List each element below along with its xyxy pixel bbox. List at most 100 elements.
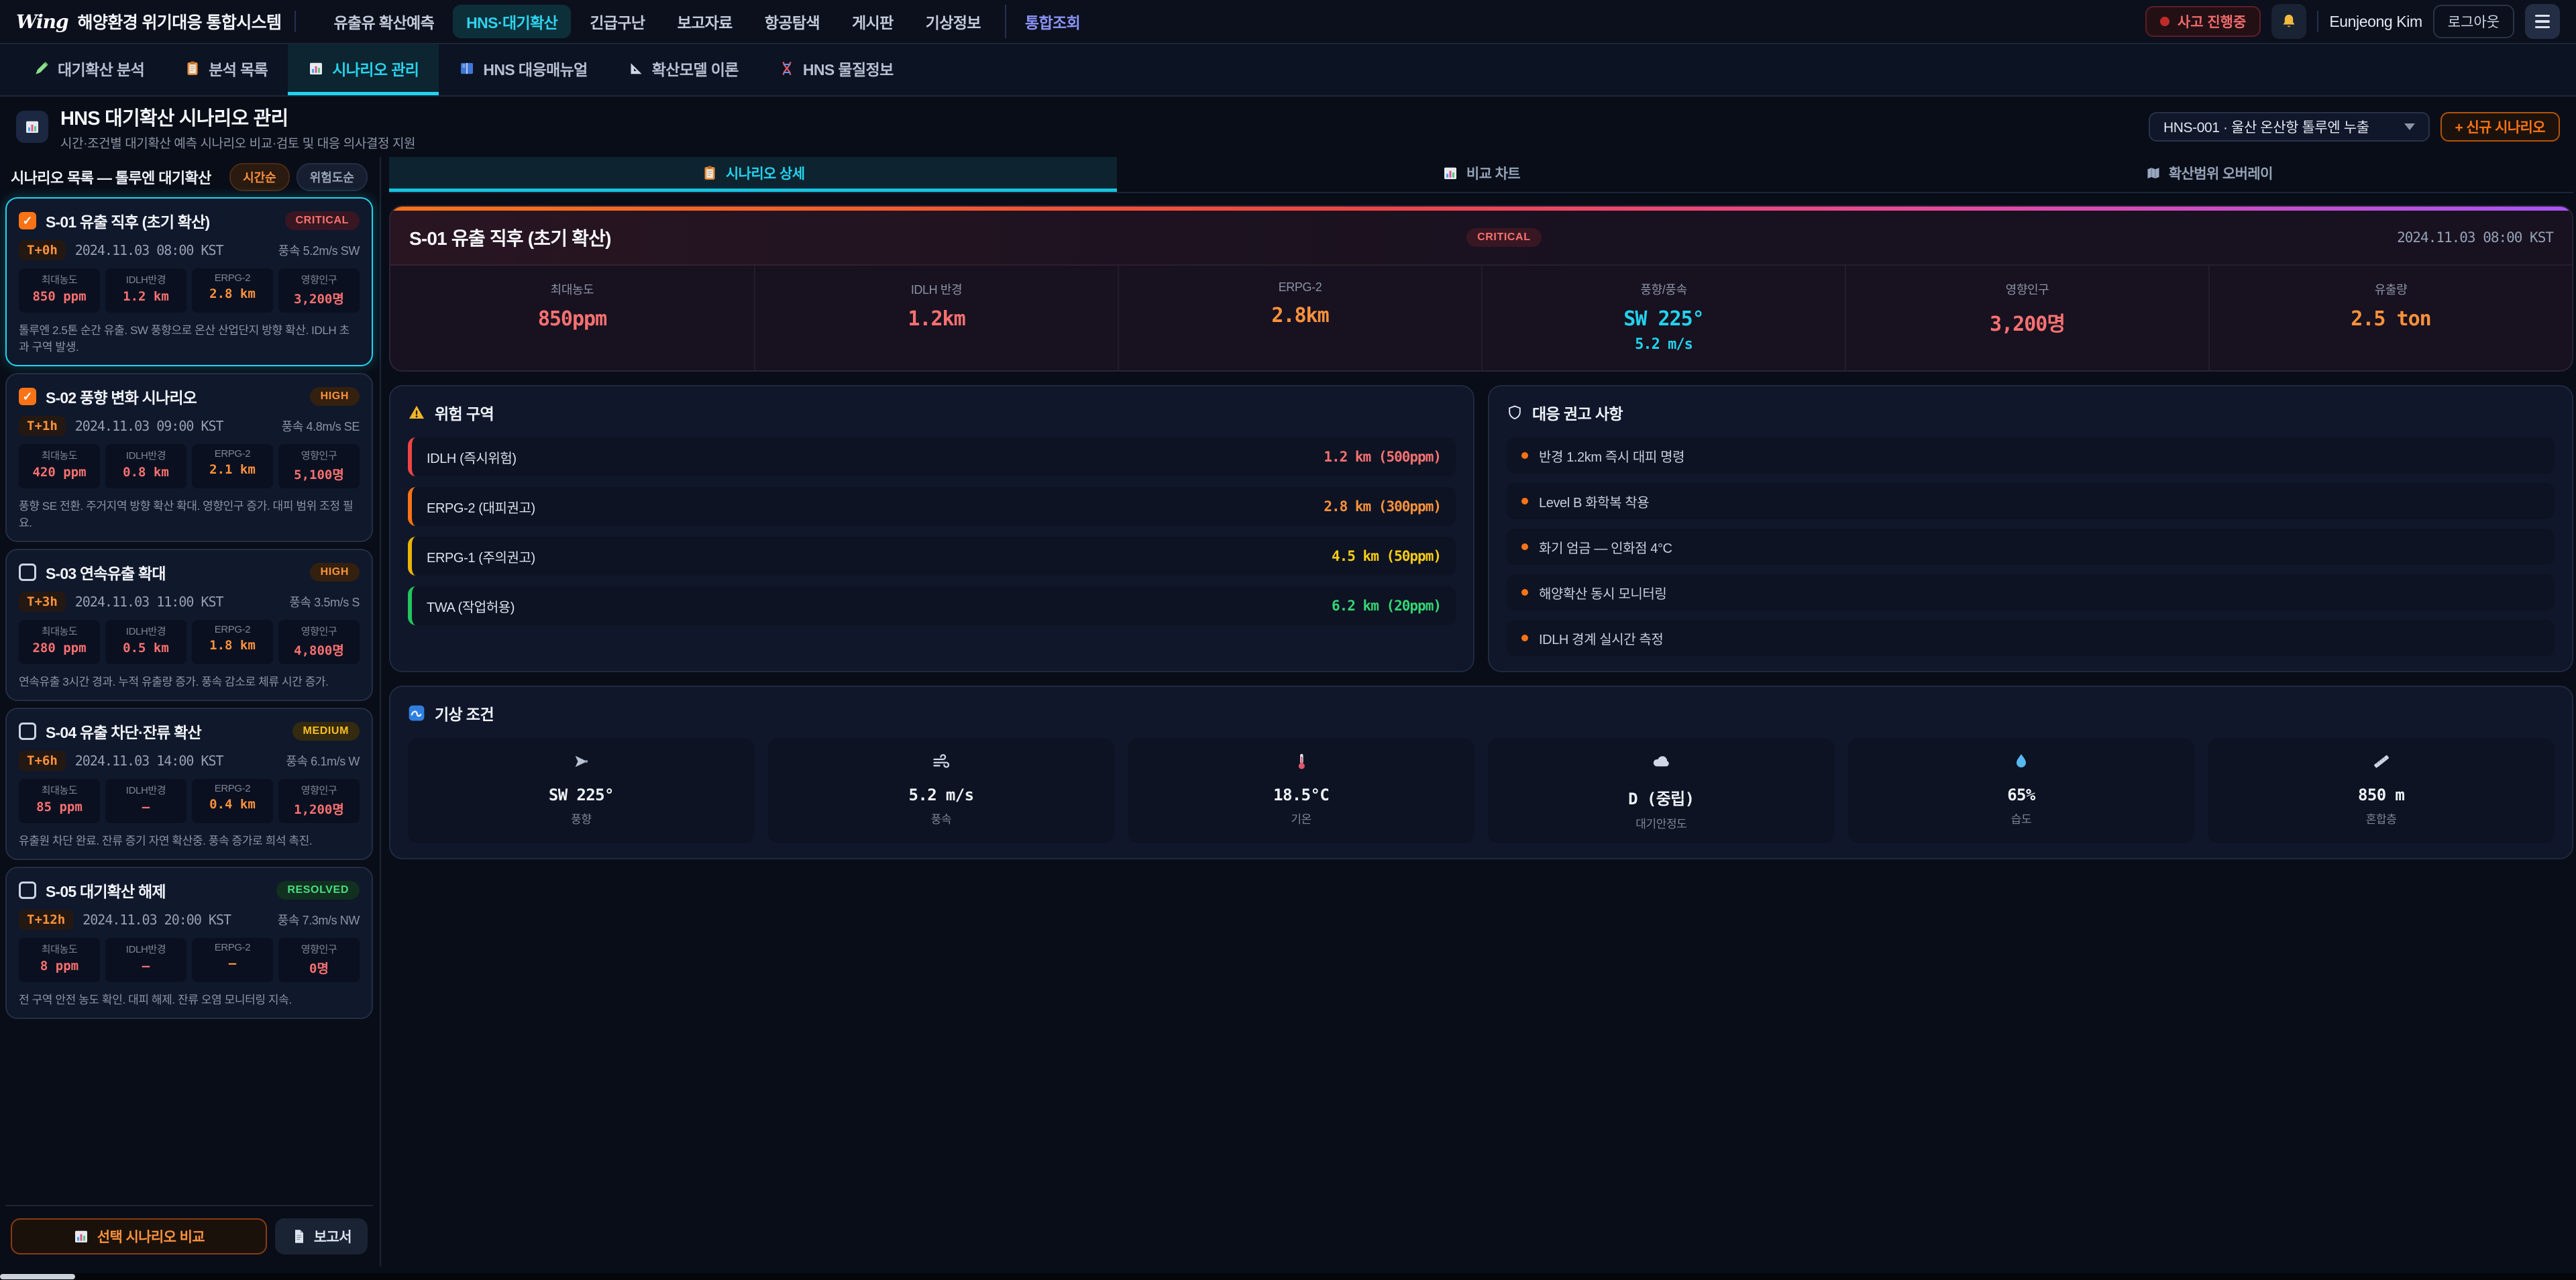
horizontal-scrollbar-thumb[interactable] xyxy=(0,1274,75,1279)
topnav-item-6[interactable]: 기상정보 xyxy=(912,5,994,38)
incident-status-badge[interactable]: 사고 진행중 xyxy=(2145,6,2261,37)
stat-label: 영향인구 xyxy=(278,448,360,462)
top-navigation: Wing 해양환경 위기대응 통합시스템 유출유 확산예측HNS·대기확산긴급구… xyxy=(0,0,2576,44)
app-brand-title: 해양환경 위기대응 통합시스템 xyxy=(78,9,282,34)
recommendation-row-4: IDLH 경계 실시간 측정 xyxy=(1507,620,2555,656)
divider xyxy=(2317,11,2318,32)
stat-box: ERPG-2— xyxy=(192,938,273,982)
scenario-title: S-02 풍향 변화 시나리오 xyxy=(46,385,197,408)
risk-zones-title-row: 위험 구역 xyxy=(408,401,1456,424)
stat-value: 85 ppm xyxy=(19,800,100,814)
main-tab-0[interactable]: 시나리오 상세 xyxy=(389,157,1117,192)
compare-scenarios-button[interactable]: 선택 시나리오 비교 xyxy=(11,1218,267,1255)
scenario-card-2[interactable]: S-03 연속유출 확대HIGHT+3h2024.11.03 11:00 KST… xyxy=(5,549,373,701)
risk-zone-label: TWA (작업허용) xyxy=(427,596,515,616)
stat-box: 최대농도8 ppm xyxy=(19,938,100,982)
stat-value: 0.5 km xyxy=(105,641,186,655)
topnav-item-7[interactable]: 통합조회 xyxy=(1005,5,1093,38)
scenario-card-3[interactable]: S-04 유출 차단·잔류 확산MEDIUMT+6h2024.11.03 14:… xyxy=(5,708,373,860)
risk-zone-label: IDLH (즉시위험) xyxy=(427,447,517,467)
main-tab-1[interactable]: 비교 차트 xyxy=(1117,157,1845,192)
scenario-checkbox[interactable] xyxy=(19,388,36,405)
stat-box: 최대농도85 ppm xyxy=(19,779,100,823)
subnav-tab-4[interactable]: 확산모델 이론 xyxy=(608,44,759,95)
stat-value: 0.4 km xyxy=(192,797,273,812)
topnav-item-2[interactable]: 긴급구난 xyxy=(576,5,658,38)
stat-label: 영향인구 xyxy=(278,272,360,286)
recommendation-row-1: Level B 화학복 착용 xyxy=(1507,483,2555,519)
new-scenario-button[interactable]: + 신규 시나리오 xyxy=(2440,112,2560,142)
topnav-menu: 유출유 확산예측HNS·대기확산긴급구난보고자료항공탐색게시판기상정보 통합조회 xyxy=(320,5,1093,38)
subnav-tab-5[interactable]: HNS 물질정보 xyxy=(759,44,914,95)
stat-value: 0명 xyxy=(278,959,360,977)
detail-stat-cell-5: 유출량2.5 ton xyxy=(2208,266,2572,370)
subnav-tab-1[interactable]: 분석 목록 xyxy=(164,44,288,95)
stat-box: 최대농도850 ppm xyxy=(19,268,100,313)
scenario-checkbox[interactable] xyxy=(19,212,36,229)
scenario-detail-panel: S-01 유출 직후 (초기 확산) CRITICAL 2024.11.03 0… xyxy=(389,205,2573,372)
stat-value: — xyxy=(105,800,186,814)
subnav-tab-label: 시나리오 관리 xyxy=(332,57,419,80)
scenario-wind: 풍속 4.8m/s SE xyxy=(282,417,360,435)
detail-stat-label: IDLH 반경 xyxy=(763,280,1110,298)
weather-title-row: 기상 조건 xyxy=(408,702,2555,725)
chart-icon xyxy=(24,119,40,135)
topnav-item-5[interactable]: 게시판 xyxy=(839,5,907,38)
topnav-item-4[interactable]: 항공탐색 xyxy=(751,5,833,38)
subnav-tab-3[interactable]: HNS 대응매뉴얼 xyxy=(439,44,607,95)
main-tab-2[interactable]: 확산범위 오버레이 xyxy=(1845,157,2573,192)
scenario-card-1[interactable]: S-02 풍향 변화 시나리오HIGHT+1h2024.11.03 09:00 … xyxy=(5,373,373,542)
topnav-item-0[interactable]: 유출유 확산예측 xyxy=(320,5,447,38)
scenario-checkbox[interactable] xyxy=(19,564,36,581)
stat-value: 2.8 km xyxy=(192,286,273,301)
topnav-item-1[interactable]: HNS·대기확산 xyxy=(453,5,571,38)
severity-badge: HIGH xyxy=(310,387,360,406)
notifications-button[interactable] xyxy=(2271,4,2306,39)
risk-zones-title: 위험 구역 xyxy=(435,401,494,424)
report-button[interactable]: 보고서 xyxy=(275,1218,368,1255)
doc-icon xyxy=(291,1228,307,1244)
panels-row: 위험 구역 IDLH (즉시위험)1.2 km (500ppm)ERPG-2 (… xyxy=(389,385,2573,672)
sort-button-0[interactable]: 시간순 xyxy=(229,163,290,191)
scenario-card-header: S-05 대기확산 해제RESOLVED xyxy=(19,879,360,902)
subnav-tab-2[interactable]: 시나리오 관리 xyxy=(288,44,439,95)
topnav-item-3[interactable]: 보고자료 xyxy=(663,5,745,38)
stat-value: 280 ppm xyxy=(19,641,100,655)
scenario-card-list: S-01 유출 직후 (초기 확산)CRITICALT+0h2024.11.03… xyxy=(5,197,373,1019)
recommendation-text: Level B 화학복 착용 xyxy=(1539,492,1649,511)
sidebar-title: 시나리오 목록 — 톨루엔 대기확산 xyxy=(11,166,211,188)
detail-stat-cell-1: IDLH 반경1.2km xyxy=(754,266,1118,370)
subnav-tab-label: 대기확산 분석 xyxy=(58,57,144,80)
chart-icon xyxy=(73,1228,89,1244)
recommendation-row-0: 반경 1.2km 즉시 대피 명령 xyxy=(1507,437,2555,474)
stat-box: IDLH반경1.2 km xyxy=(105,268,186,313)
page-title-icon-box xyxy=(16,111,48,143)
stat-label: ERPG-2 xyxy=(192,783,273,794)
scenario-description: 톨루엔 2.5톤 순간 유출. SW 풍향으로 온산 산업단지 방향 확산. I… xyxy=(19,321,360,354)
app-logo[interactable]: Wing 해양환경 위기대응 통합시스템 xyxy=(16,9,281,34)
sub-navigation: 대기확산 분석 분석 목록 시나리오 관리 HNS 대응매뉴얼확산모델 이론HNS 물… xyxy=(0,44,2576,97)
scenario-description: 풍향 SE 전환. 주거지역 방향 확산 확대. 영향인구 증가. 대피 범위 … xyxy=(19,496,360,530)
scenario-card-4[interactable]: S-05 대기확산 해제RESOLVEDT+12h2024.11.03 20:0… xyxy=(5,867,373,1019)
scenario-card-0[interactable]: S-01 유출 직후 (초기 확산)CRITICALT+0h2024.11.03… xyxy=(5,197,373,366)
hamburger-menu-button[interactable] xyxy=(2525,4,2560,39)
scenario-checkbox[interactable] xyxy=(19,882,36,899)
subnav-tab-0[interactable]: 대기확산 분석 xyxy=(13,44,164,95)
scenario-timestamp: 2024.11.03 08:00 KST xyxy=(75,242,223,258)
scenario-time-row: T+6h2024.11.03 14:00 KST풍속 6.1m/s W xyxy=(19,751,360,771)
thermometer-icon xyxy=(1292,752,1311,771)
scenario-time-row: T+3h2024.11.03 11:00 KST풍속 3.5m/s S xyxy=(19,592,360,612)
weather-card-2: 18.5°C기온 xyxy=(1128,738,1474,843)
scenario-checkbox[interactable] xyxy=(19,723,36,740)
recommendation-text: 해양확산 동시 모니터링 xyxy=(1539,583,1666,602)
page-title-block: HNS 대기확산 시나리오 관리 시간·조건별 대기확산 예측 시나리오 비교·… xyxy=(60,103,415,152)
logout-button[interactable]: 로그아웃 xyxy=(2433,5,2514,38)
risk-zones-panel: 위험 구역 IDLH (즉시위험)1.2 km (500ppm)ERPG-2 (… xyxy=(389,385,1474,672)
weather-card-0: SW 225°풍향 xyxy=(408,738,755,843)
content-area: 시나리오 목록 — 톨루엔 대기확산 시간순위험도순 S-01 유출 직후 (초… xyxy=(0,157,2576,1267)
sort-button-1[interactable]: 위험도순 xyxy=(297,163,368,191)
detail-stat-cell-2: ERPG-22.8km xyxy=(1118,266,1481,370)
sort-button-group: 시간순위험도순 xyxy=(229,163,368,191)
detail-stat-label: 영향인구 xyxy=(1854,280,2200,298)
incident-select-dropdown[interactable]: HNS-001 · 울산 온산항 톨루엔 누출 xyxy=(2149,112,2430,142)
